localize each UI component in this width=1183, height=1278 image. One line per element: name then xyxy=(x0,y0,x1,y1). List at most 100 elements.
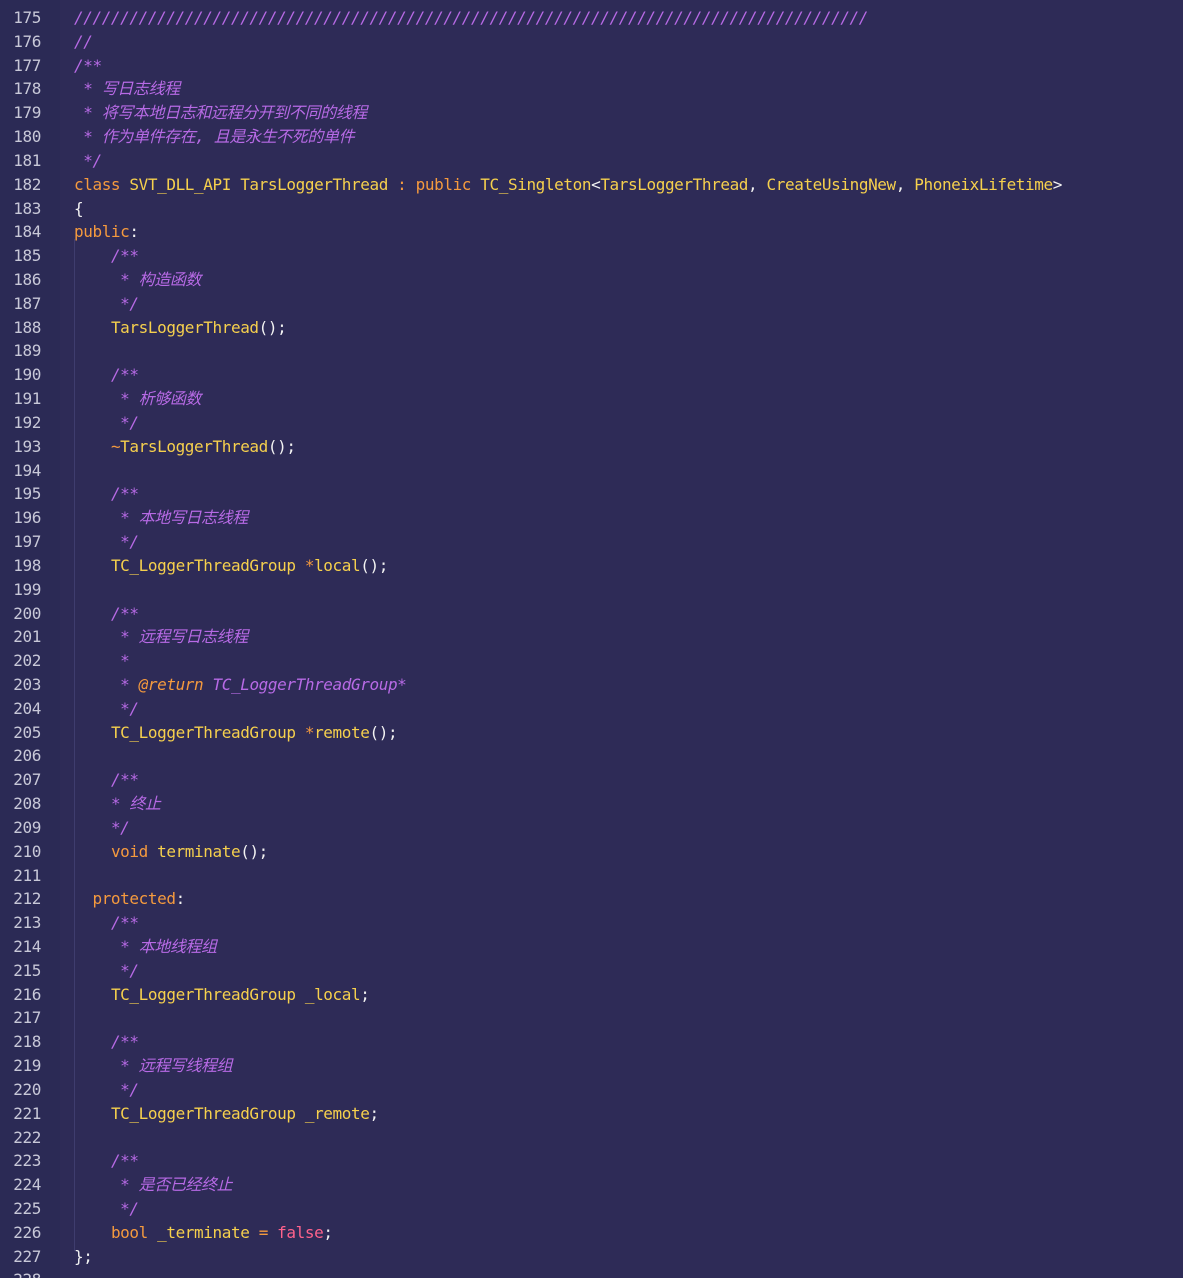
code-line[interactable]: 213 /** xyxy=(0,911,1183,935)
line-code: TC_LoggerThreadGroup *local(); xyxy=(74,554,388,578)
token-punct xyxy=(74,484,111,503)
token-op: = xyxy=(258,1222,269,1242)
line-code: * 析够函数 xyxy=(74,387,201,411)
token-punct xyxy=(74,1175,111,1194)
code-line[interactable]: 195 /** xyxy=(0,482,1183,506)
code-line[interactable]: 226 bool _terminate = false; xyxy=(0,1221,1183,1245)
code-line[interactable]: 185 /** xyxy=(0,244,1183,268)
code-line[interactable]: 207 /** xyxy=(0,768,1183,792)
code-line[interactable]: 196 * 本地写日志线程 xyxy=(0,506,1183,530)
line-code: /** xyxy=(74,54,102,78)
code-line[interactable]: 209 */ xyxy=(0,816,1183,840)
token-punct xyxy=(249,1223,258,1242)
code-line[interactable]: 199 xyxy=(0,578,1183,602)
line-code: protected: xyxy=(74,887,185,911)
code-line[interactable]: 204 */ xyxy=(0,697,1183,721)
code-line[interactable]: 187 */ xyxy=(0,292,1183,316)
code-line[interactable]: 225 */ xyxy=(0,1197,1183,1221)
code-line[interactable]: 228 xyxy=(0,1268,1183,1278)
code-line[interactable]: 214 * 本地线程组 xyxy=(0,935,1183,959)
line-number: 183 xyxy=(13,198,41,218)
code-line[interactable]: 188 TarsLoggerThread(); xyxy=(0,316,1183,340)
code-line[interactable]: 175 /////////////////////////////////////… xyxy=(0,6,1183,30)
token-punct: ; xyxy=(369,1103,379,1123)
code-line[interactable]: 227}; xyxy=(0,1245,1183,1269)
line-code: { xyxy=(74,197,84,221)
token-punct xyxy=(74,1032,111,1051)
token-punct: , xyxy=(895,174,915,194)
line-code: * xyxy=(74,649,130,673)
line-code: /** xyxy=(74,244,139,268)
code-line[interactable]: 202 * xyxy=(0,649,1183,673)
code-line[interactable]: 211 xyxy=(0,864,1183,888)
token-punct xyxy=(74,1080,111,1099)
token-type: TC_LoggerThreadGroup xyxy=(110,984,296,1004)
code-line[interactable]: 179 * 将写本地日志和远程分开到不同的线程 xyxy=(0,101,1183,125)
code-line[interactable]: 190 /** xyxy=(0,363,1183,387)
code-line[interactable]: 201 * 远程写日志线程 xyxy=(0,625,1183,649)
token-comment: /** xyxy=(74,55,102,75)
token-doctag: @return xyxy=(138,674,204,694)
token-punct xyxy=(74,675,111,694)
code-line[interactable]: 219 * 远程写线程组 xyxy=(0,1054,1183,1078)
code-line[interactable]: 200 /** xyxy=(0,602,1183,626)
code-line[interactable]: 224 * 是否已经终止 xyxy=(0,1173,1183,1197)
line-number: 193 xyxy=(13,436,41,456)
code-line[interactable]: 191 * 析够函数 xyxy=(0,387,1183,411)
code-line[interactable]: 181 */ xyxy=(0,149,1183,173)
code-line[interactable]: 212 protected: xyxy=(0,887,1183,911)
token-comment: * 析够函数 xyxy=(110,389,202,409)
code-line[interactable]: 177 /** xyxy=(0,54,1183,78)
token-id: terminate xyxy=(157,841,241,861)
token-comment: * 构造函数 xyxy=(110,270,202,290)
token-type: CreateUsingNew xyxy=(766,174,897,194)
line-number: 219 xyxy=(13,1056,41,1076)
code-line[interactable]: 221 TC_LoggerThreadGroup _remote; xyxy=(0,1102,1183,1126)
code-line[interactable]: 189 xyxy=(0,339,1183,363)
token-punct xyxy=(74,889,92,908)
code-editor[interactable]: 175/////////////////////////////////////… xyxy=(0,0,1183,1278)
code-line[interactable]: 220 */ xyxy=(0,1078,1183,1102)
code-line[interactable]: 182 class SVT_DLL_API TarsLoggerThread : … xyxy=(0,173,1183,197)
token-comment: /** xyxy=(110,1151,139,1171)
code-line[interactable]: 180 * 作为单件存在, 且是永生不死的单件 xyxy=(0,125,1183,149)
code-line[interactable]: 184 public: xyxy=(0,220,1183,244)
code-line[interactable]: 203 * @return TC_LoggerThreadGroup* xyxy=(0,673,1183,697)
code-line[interactable]: 223 /** xyxy=(0,1149,1183,1173)
code-line[interactable]: 194 xyxy=(0,459,1183,483)
line-code: * 作为单件存在, 且是永生不死的单件 xyxy=(74,125,354,149)
token-comment: /** xyxy=(110,913,139,933)
code-line[interactable]: 208 * 终止 xyxy=(0,792,1183,816)
code-line[interactable]: 205 TC_LoggerThreadGroup *remote(); xyxy=(0,721,1183,745)
code-line[interactable]: 210 void terminate(); xyxy=(0,840,1183,864)
token-punct xyxy=(74,532,111,551)
token-comment: * 写日志线程 xyxy=(74,79,180,99)
line-number: 218 xyxy=(13,1032,41,1052)
code-line[interactable]: 206 xyxy=(0,744,1183,768)
code-line[interactable]: 198 TC_LoggerThreadGroup *local(); xyxy=(0,554,1183,578)
code-line[interactable]: 217 xyxy=(0,1006,1183,1030)
token-punct xyxy=(74,913,111,932)
line-code: * 是否已经终止 xyxy=(74,1173,232,1197)
line-number: 179 xyxy=(13,103,41,123)
code-line[interactable]: 215 */ xyxy=(0,959,1183,983)
line-number: 191 xyxy=(13,389,41,409)
token-comment: * 远程写线程组 xyxy=(110,1056,233,1076)
code-line[interactable]: 216 TC_LoggerThreadGroup _local; xyxy=(0,983,1183,1007)
code-line[interactable]: 183 { xyxy=(0,197,1183,221)
token-comment: */ xyxy=(110,1199,139,1218)
code-line[interactable]: 178 * 写日志线程 xyxy=(0,77,1183,101)
code-line[interactable]: 192 */ xyxy=(0,411,1183,435)
code-line[interactable]: 176 // xyxy=(0,30,1183,54)
code-line[interactable]: 222 xyxy=(0,1126,1183,1150)
code-line[interactable]: 197 */ xyxy=(0,530,1183,554)
line-number: 228 xyxy=(0,1268,41,1278)
line-code: // xyxy=(74,30,93,54)
token-comment: */ xyxy=(110,1079,139,1099)
token-punct xyxy=(74,985,111,1004)
token-punct: (); xyxy=(258,317,287,337)
token-kw: public xyxy=(74,222,130,242)
code-line[interactable]: 186 * 构造函数 xyxy=(0,268,1183,292)
code-line[interactable]: 218 /** xyxy=(0,1030,1183,1054)
code-line[interactable]: 193 ~TarsLoggerThread(); xyxy=(0,435,1183,459)
